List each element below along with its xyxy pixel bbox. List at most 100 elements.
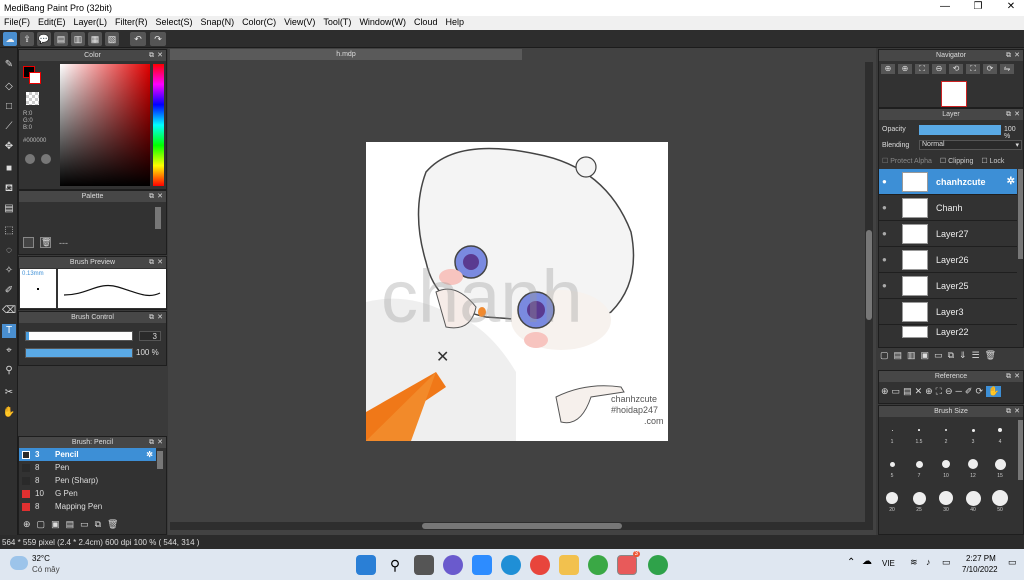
hue-slider[interactable] [153, 64, 164, 186]
fit-icon[interactable]: ⛶ [915, 64, 929, 74]
brush-size-option[interactable] [912, 491, 926, 505]
horizontal-scrollbar[interactable] [170, 522, 873, 530]
brush-size-option[interactable] [971, 428, 975, 432]
medibang-taskbar-icon[interactable]: 3 [617, 551, 640, 575]
close-icon[interactable]: ✕ [157, 437, 163, 448]
close-icon[interactable]: ✕ [157, 257, 163, 268]
close-icon[interactable]: ✕ [1014, 406, 1020, 417]
layout-icon[interactable]: ▧ [105, 32, 119, 46]
close-icon[interactable]: ✕ [1014, 109, 1020, 120]
gear-icon[interactable]: ✲ [146, 450, 153, 459]
brush-size-option[interactable] [891, 429, 893, 431]
rotate-right-icon[interactable]: ⟳ [983, 64, 997, 74]
chat-icon[interactable]: ▤ [54, 32, 68, 46]
maximize-button[interactable]: ❐ [963, 1, 993, 12]
brush-new-dropdown-icon[interactable]: ▣ [51, 519, 60, 533]
menu-view[interactable]: View(V) [280, 16, 319, 30]
folder-icon[interactable]: ▭ [934, 350, 943, 364]
reference-close-icon[interactable]: ✕ [915, 386, 923, 397]
eye-icon[interactable]: ● [882, 255, 892, 264]
brush-size-option[interactable] [889, 461, 895, 467]
edge-icon[interactable] [501, 555, 521, 575]
layer-item[interactable]: Layer3 [879, 299, 1017, 325]
new-layer-dropdown-icon[interactable]: ▣ [921, 350, 930, 364]
move-tool-icon[interactable]: ✥ [2, 140, 16, 154]
lasso-icon[interactable]: ◌ [2, 244, 16, 258]
eye-icon[interactable]: ● [882, 177, 892, 186]
reference-extra-icon[interactable]: ─ [956, 386, 962, 397]
brush-item-pencil[interactable]: 3 Pencil ✲ [19, 448, 156, 461]
operation-tool-icon[interactable]: ⌖ [2, 344, 16, 358]
brush-size-option[interactable] [942, 460, 950, 468]
chrome-icon[interactable] [530, 555, 550, 575]
duplicate-layer-icon[interactable]: ⧉ [948, 350, 954, 364]
layer-menu-icon[interactable]: ☰ [972, 350, 980, 364]
rotate-left-icon[interactable]: ⟲ [949, 64, 963, 74]
reference-open-icon[interactable]: ⊕ [881, 386, 889, 397]
eye-icon[interactable]: ● [882, 229, 892, 238]
undo-icon[interactable]: ↶ [130, 32, 146, 46]
reference-save-icon[interactable]: ▤ [903, 386, 912, 397]
brush-copy-icon[interactable]: ▤ [66, 519, 75, 533]
divide-tool-icon[interactable]: ✂ [2, 386, 16, 400]
language-indicator[interactable]: VIE [882, 559, 895, 568]
app-icon[interactable] [588, 555, 608, 575]
saturation-value-picker[interactable] [60, 64, 150, 186]
close-icon[interactable]: ✕ [1014, 371, 1020, 382]
menu-cloud[interactable]: Cloud [410, 16, 442, 30]
cloud-tray-icon[interactable]: ☁ [862, 556, 872, 567]
grid-icon[interactable]: ▦ [88, 32, 102, 46]
menu-file[interactable]: File(F) [0, 16, 34, 30]
eye-icon[interactable]: ● [882, 203, 892, 212]
notifications-icon[interactable]: ▭ [1008, 557, 1017, 568]
delete-layer-icon[interactable]: 🗑 [985, 350, 996, 364]
menu-edit[interactable]: Edit(E) [34, 16, 70, 30]
file-explorer-icon[interactable] [559, 555, 579, 575]
export-icon[interactable]: ⇪ [20, 32, 34, 46]
zoom-reset-icon[interactable]: ⊕ [898, 64, 912, 74]
horizontal-scroll-thumb[interactable] [422, 523, 622, 529]
menu-filter[interactable]: Filter(R) [111, 16, 152, 30]
reference-zoom-in-icon[interactable]: ⊕ [925, 386, 933, 397]
lock-checkbox[interactable]: ☐ Lock [981, 157, 1004, 165]
reference-eyedropper-icon[interactable]: ✐ [965, 386, 973, 397]
redo-icon[interactable]: ↷ [150, 32, 166, 46]
transparent-swatch[interactable] [26, 92, 39, 105]
select-rect-icon[interactable]: ⬚ [2, 224, 16, 238]
brush-item-pen-sharp[interactable]: 8 Pen (Sharp) [19, 474, 156, 487]
hand-tool-icon[interactable]: ✋ [2, 406, 16, 420]
reference-folder-icon[interactable]: ▭ [892, 386, 901, 397]
artwork-canvas[interactable]: ✕ chanh chanhzcute #hoidap247 .com [366, 142, 668, 441]
brush-size-option[interactable] [994, 458, 1006, 470]
zoom-app-icon[interactable] [472, 555, 492, 575]
brush-size-option[interactable] [968, 459, 978, 469]
navigator-thumbnail[interactable] [941, 81, 967, 107]
panel-icon[interactable]: ▥ [71, 32, 85, 46]
close-icon[interactable]: ✕ [157, 50, 163, 61]
battery-icon[interactable]: ▭ [942, 557, 951, 568]
fill-rect-icon[interactable]: ■ [2, 162, 16, 176]
select-eraser-icon[interactable]: ⌫ [2, 304, 16, 318]
document-tab[interactable]: h.mdp [170, 49, 522, 60]
brush-size-option[interactable] [939, 491, 953, 505]
brush-item-g-pen[interactable]: 10 G Pen [19, 487, 156, 500]
magic-wand-icon[interactable]: ✧ [2, 264, 16, 278]
layer-item[interactable]: ● Chanh [879, 195, 1017, 221]
new-layer-icon[interactable]: ▢ [880, 350, 889, 364]
reference-hand-icon[interactable]: ✋ [986, 386, 1002, 397]
brush-size-option[interactable] [945, 429, 947, 431]
chevron-up-icon[interactable]: ⌃ [847, 557, 855, 568]
layer-item[interactable]: Layer22 [879, 325, 1017, 339]
minimize-button[interactable]: — [930, 1, 960, 12]
clock-time[interactable]: 2:27 PM [966, 554, 996, 563]
chrome-active-icon[interactable] [648, 555, 668, 575]
close-button[interactable]: ✕ [996, 1, 1024, 12]
bucket-tool-icon[interactable]: ⛾ [2, 182, 16, 196]
brush-size-option[interactable] [965, 490, 981, 506]
brush-size-option[interactable] [918, 429, 920, 431]
blending-select[interactable]: Normal ▾ [919, 140, 1022, 150]
color-wheel-icon[interactable] [25, 154, 35, 164]
secondary-color-swatch[interactable] [29, 72, 41, 84]
select-pen-icon[interactable]: ✐ [2, 284, 16, 298]
close-icon[interactable]: ✕ [157, 312, 163, 323]
